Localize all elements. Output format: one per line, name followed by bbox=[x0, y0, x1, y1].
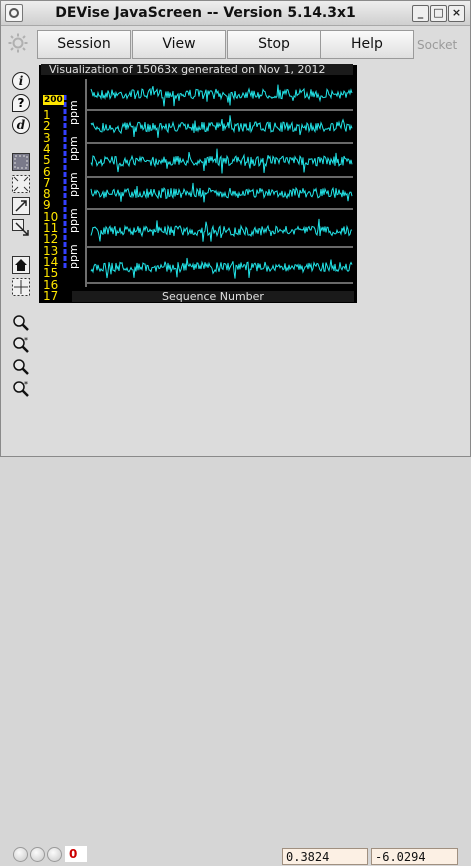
zoom-out-star-icon[interactable]: * bbox=[12, 380, 30, 398]
sun-icon bbox=[8, 33, 28, 53]
row-label: 17 bbox=[43, 288, 59, 303]
zoom-in-star-icon[interactable]: * bbox=[12, 336, 30, 354]
x-value-field: 0.3824 bbox=[282, 848, 368, 865]
zoom-box-icon[interactable] bbox=[12, 175, 30, 193]
home-icon[interactable] bbox=[12, 256, 30, 274]
help-bubble-icon[interactable]: ? bbox=[12, 94, 30, 112]
expand-icon[interactable] bbox=[12, 197, 30, 215]
zoom-out-icon[interactable] bbox=[12, 358, 30, 376]
trace-line bbox=[90, 84, 353, 107]
error-counter: 0 bbox=[65, 846, 87, 862]
y-value-field: -6.0294 bbox=[371, 848, 458, 865]
trace-line bbox=[90, 257, 353, 279]
status-bar: 0 0.3824 -6.0294 bbox=[1, 420, 470, 865]
info-icon[interactable]: i bbox=[12, 72, 30, 90]
traces-svg[interactable]: ppm ppm ppm ppm ppm bbox=[39, 65, 357, 303]
app-window: DEVise JavaScreen -- Version 5.14.3x1 _ … bbox=[0, 0, 471, 865]
status-led-3 bbox=[47, 847, 62, 862]
title-bar: DEVise JavaScreen -- Version 5.14.3x1 _ … bbox=[1, 1, 470, 26]
status-led-1 bbox=[13, 847, 28, 862]
side-unit-label: ppm bbox=[67, 244, 80, 269]
window-title: DEVise JavaScreen -- Version 5.14.3x1 bbox=[55, 5, 356, 21]
maximize-button[interactable]: □ bbox=[430, 5, 447, 22]
close-button[interactable]: × bbox=[448, 5, 465, 22]
trace-line bbox=[90, 218, 353, 242]
side-unit-label: ppm bbox=[67, 136, 80, 161]
trace-line bbox=[90, 148, 353, 174]
session-button[interactable]: Session bbox=[37, 30, 131, 59]
view-button[interactable]: View bbox=[132, 30, 226, 59]
minimize-button[interactable]: _ bbox=[412, 5, 429, 22]
select-icon[interactable] bbox=[12, 153, 30, 171]
zoom-in-icon[interactable] bbox=[12, 314, 30, 332]
crosshair-icon[interactable] bbox=[12, 278, 30, 296]
trace-line bbox=[90, 115, 353, 138]
trace-line bbox=[90, 182, 353, 203]
data-icon[interactable]: d bbox=[12, 116, 30, 134]
resize-icon[interactable] bbox=[12, 219, 30, 237]
side-unit-label: ppm bbox=[67, 208, 80, 233]
x-axis-label: Sequence Number bbox=[72, 291, 354, 302]
status-led-2 bbox=[30, 847, 45, 862]
socket-label: Socket bbox=[417, 38, 458, 52]
svg-text:*: * bbox=[24, 380, 28, 389]
side-unit-label: ppm bbox=[67, 100, 80, 125]
svg-text:*: * bbox=[24, 336, 28, 345]
side-unit-label: ppm bbox=[67, 172, 80, 197]
y-axis-top-label: 200 bbox=[43, 95, 64, 105]
stop-button[interactable]: Stop bbox=[227, 30, 321, 59]
help-button[interactable]: Help bbox=[320, 30, 414, 59]
